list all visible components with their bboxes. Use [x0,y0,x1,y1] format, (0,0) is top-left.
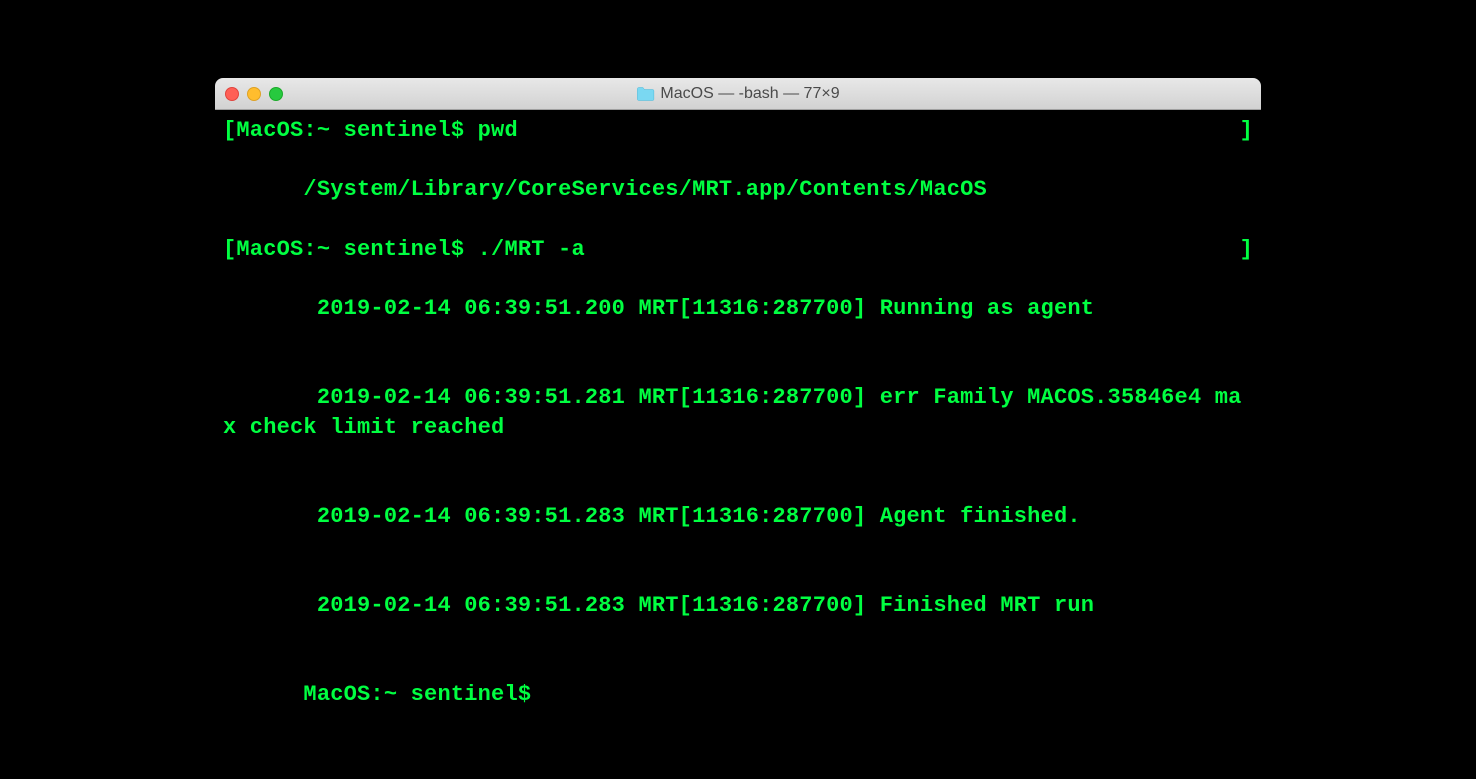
maximize-icon[interactable] [269,87,283,101]
terminal-line: 2019-02-14 06:39:51.283 MRT[11316:287700… [223,472,1253,561]
terminal-line: [MacOS:~ sentinel$ ./MRT -a ] [223,235,1253,265]
terminal-window: MacOS — -bash — 77×9 [MacOS:~ sentinel$ … [215,78,1261,779]
terminal-line: 2019-02-14 06:39:51.281 MRT[11316:287700… [223,354,1253,473]
terminal-text-right: ] [1240,116,1253,146]
terminal-line: MacOS:~ sentinel$ [223,650,1253,739]
terminal-line: 2019-02-14 06:39:51.283 MRT[11316:287700… [223,561,1253,650]
terminal-text: [MacOS:~ sentinel$ pwd [223,116,518,146]
folder-icon [636,87,654,101]
titlebar[interactable]: MacOS — -bash — 77×9 [215,78,1261,110]
traffic-lights [225,87,283,101]
terminal-text: 2019-02-14 06:39:51.283 MRT[11316:287700… [303,504,1080,529]
window-title: MacOS — -bash — 77×9 [660,85,839,103]
terminal-line: 2019-02-14 06:39:51.200 MRT[11316:287700… [223,264,1253,353]
terminal-body[interactable]: [MacOS:~ sentinel$ pwd ] /System/Library… [215,110,1261,779]
terminal-text: 2019-02-14 06:39:51.281 MRT[11316:287700… [223,385,1242,440]
terminal-text: /System/Library/CoreServices/MRT.app/Con… [303,177,987,202]
terminal-line: /System/Library/CoreServices/MRT.app/Con… [223,146,1253,235]
minimize-icon[interactable] [247,87,261,101]
window-title-container: MacOS — -bash — 77×9 [636,85,839,103]
terminal-text: 2019-02-14 06:39:51.200 MRT[11316:287700… [303,296,1094,321]
terminal-text: [MacOS:~ sentinel$ ./MRT -a [223,235,585,265]
terminal-line: [MacOS:~ sentinel$ pwd ] [223,116,1253,146]
terminal-text: 2019-02-14 06:39:51.283 MRT[11316:287700… [303,593,1094,618]
terminal-text: MacOS:~ sentinel$ [303,682,544,707]
close-icon[interactable] [225,87,239,101]
terminal-text-right: ] [1240,235,1253,265]
